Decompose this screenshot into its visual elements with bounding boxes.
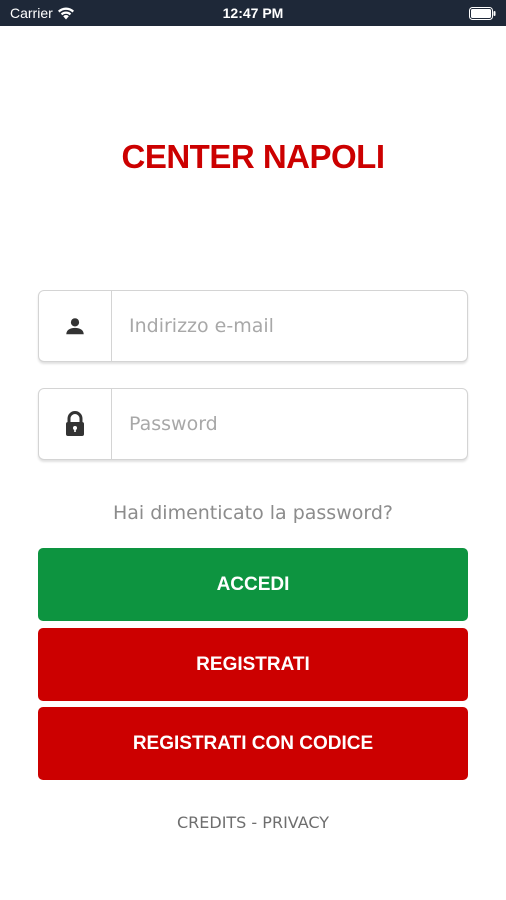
register-with-code-button[interactable]: REGISTRATI CON CODICE — [38, 707, 468, 780]
lock-icon — [66, 411, 84, 436]
password-input[interactable] — [112, 389, 467, 459]
password-field[interactable] — [38, 388, 468, 460]
status-time: 12:47 PM — [222, 5, 284, 21]
login-button[interactable]: ACCEDI — [38, 548, 468, 621]
email-icon-cell — [39, 291, 112, 361]
forgot-password-link[interactable]: Hai dimenticato la password? — [0, 502, 506, 524]
app-logo: CENTER NAPOLI — [121, 138, 385, 175]
email-field[interactable] — [38, 290, 468, 362]
privacy-link[interactable]: PRIVACY — [262, 813, 329, 832]
footer-links: CREDITS - PRIVACY — [0, 813, 506, 832]
email-input[interactable] — [112, 291, 467, 361]
footer-separator: - — [246, 813, 263, 832]
user-icon — [66, 318, 84, 335]
status-bar: Carrier 12:47 PM — [0, 0, 506, 26]
battery-icon — [469, 7, 496, 23]
password-icon-cell — [39, 389, 112, 459]
credits-link[interactable]: CREDITS — [177, 813, 246, 832]
register-button[interactable]: REGISTRATI — [38, 628, 468, 701]
